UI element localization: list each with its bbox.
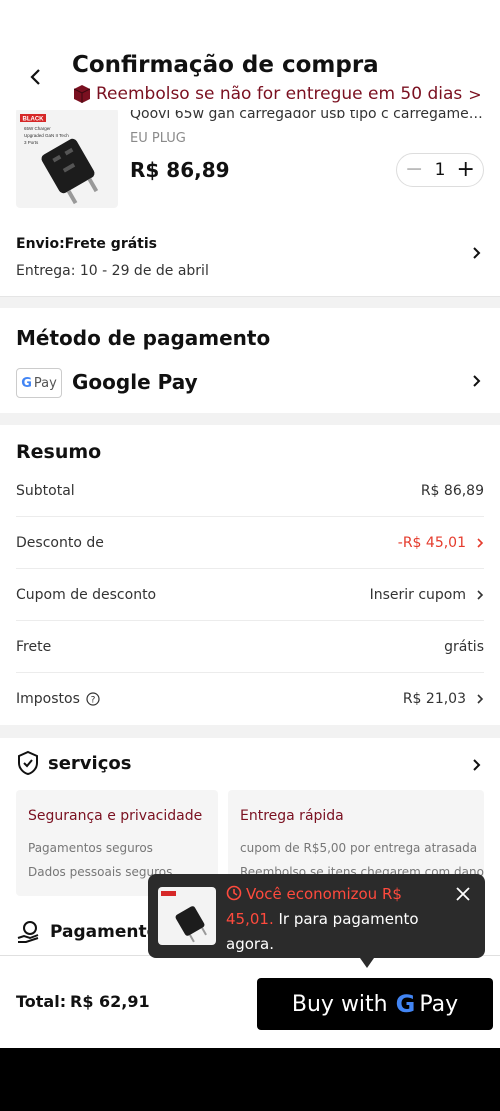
total-value: R$ 62,91 (70, 992, 150, 1011)
taxes-value-wrap: R$ 21,03 (403, 691, 484, 707)
shipping-label: Envio:Frete grátis (16, 236, 157, 252)
google-g-icon: G (395, 990, 416, 1018)
chevron-right-icon (473, 247, 481, 259)
back-button[interactable] (22, 62, 50, 92)
discount-label: Desconto de (16, 534, 104, 551)
toast-product-thumbnail (158, 887, 216, 945)
chevron-left-icon (30, 69, 40, 85)
product-thumbnail[interactable]: BLACK 65W Charger Upgraded GaN II Tech 3… (16, 108, 118, 208)
savings-toast[interactable]: Você economizou R$ 45,01. Ir para pagame… (148, 874, 485, 968)
product-price: R$ 86,89 (130, 158, 230, 182)
services-header[interactable]: serviços (16, 750, 131, 776)
buy-prefix: Buy with (291, 991, 388, 1017)
thumb-line-1: 65W Charger (24, 126, 51, 131)
product-item: BLACK 65W Charger Upgraded GaN II Tech 3… (0, 100, 500, 220)
coupon-value: Inserir cupom (369, 586, 466, 603)
increase-quantity-button[interactable]: + (457, 159, 475, 181)
services-title: serviços (48, 752, 132, 774)
chevron-right-icon (477, 589, 484, 600)
section-divider (0, 725, 500, 738)
discount-row[interactable]: Desconto de -R$ 45,01 (16, 517, 484, 569)
chevron-right-icon[interactable] (472, 374, 482, 388)
badge-pay-text: Pay (33, 375, 57, 391)
taxes-label-wrap: Impostos ? (16, 691, 100, 707)
buy-with-google-pay-button[interactable]: Buy with G Pay (257, 978, 493, 1030)
help-circle-icon[interactable]: ? (86, 692, 100, 706)
page-title: Confirmação de compra (72, 52, 379, 78)
payment-method-name[interactable]: Google Pay (72, 370, 198, 394)
shield-check-icon (18, 750, 38, 776)
svg-text:?: ? (90, 695, 95, 705)
total-label: Total: (16, 992, 67, 1011)
chevron-right-icon (477, 537, 484, 548)
chevron-right-icon (477, 694, 484, 704)
shipping-fee-row: Frete grátis (16, 621, 484, 673)
decrease-quantity-button[interactable]: − (405, 159, 423, 181)
quantity-value: 1 (434, 160, 446, 180)
shipping-fee-label: Frete (16, 638, 52, 655)
close-icon[interactable] (453, 884, 473, 904)
shipping-section[interactable]: Envio:Frete grátis Entrega: 10 - 29 de d… (0, 228, 500, 298)
quantity-stepper: − 1 + (396, 153, 484, 187)
checkout-footer: Total: R$ 62,91 Buy with G Pay (0, 955, 500, 1048)
service-card-title: Entrega rápida (240, 808, 344, 824)
thumb-line-2: Upgraded GaN II Tech (24, 133, 69, 138)
taxes-row[interactable]: Impostos ? R$ 21,03 (16, 673, 484, 725)
thumb-line-3: 3 Ports (24, 140, 39, 145)
discount-value: -R$ 45,01 (397, 534, 466, 551)
subtotal-label: Subtotal (16, 482, 75, 499)
toast-message: Você economizou R$ 45,01. Ir para pagame… (226, 882, 441, 957)
taxes-label: Impostos (16, 691, 80, 707)
refund-text: Reembolso se não for entregue em 50 dias (96, 84, 463, 104)
clock-icon (226, 885, 242, 901)
package-icon (74, 85, 90, 103)
thumb-badge: BLACK (23, 117, 45, 123)
chevron-right-icon: > (468, 84, 482, 104)
service-card-title: Segurança e privacidade (28, 808, 203, 824)
app-header: Confirmação de compra Reembolso se não f… (0, 0, 500, 110)
subtotal-row: Subtotal R$ 86,89 (16, 465, 484, 517)
payment-method-title: Método de pagamento (16, 326, 271, 350)
service-card-line: cupom de R$5,00 por entrega atrasada (240, 841, 478, 855)
refund-guarantee-link[interactable]: Reembolso se não for entregue em 50 dias… (74, 84, 482, 104)
shipping-fee-value: grátis (444, 638, 484, 655)
product-variant: EU PLUG (130, 131, 186, 146)
hand-coin-icon (17, 921, 39, 943)
checkout-screen: BLACK 65W Charger Upgraded GaN II Tech 3… (0, 0, 500, 1048)
taxes-value: R$ 21,03 (402, 691, 466, 707)
chevron-right-icon[interactable] (472, 758, 482, 772)
order-summary: Resumo Subtotal R$ 86,89 Desconto de -R$… (0, 425, 500, 725)
discount-value-wrap: -R$ 45,01 (398, 535, 484, 551)
coupon-row[interactable]: Cupom de desconto Inserir cupom (16, 569, 484, 621)
service-card-line: Pagamentos seguros (28, 841, 153, 855)
section-divider (0, 413, 500, 425)
google-g-icon: G (21, 375, 32, 391)
subtotal-value: R$ 86,89 (420, 482, 484, 499)
coupon-label: Cupom de desconto (16, 586, 157, 603)
payment-method-section: Método de pagamento G Pay Google Pay (0, 308, 500, 413)
buy-suffix: Pay (419, 991, 459, 1017)
google-pay-badge: G Pay (16, 368, 62, 398)
coupon-value-wrap: Inserir cupom (370, 587, 484, 603)
summary-title: Resumo (16, 441, 102, 463)
delivery-date: Entrega: 10 - 29 de de abril (16, 263, 209, 279)
